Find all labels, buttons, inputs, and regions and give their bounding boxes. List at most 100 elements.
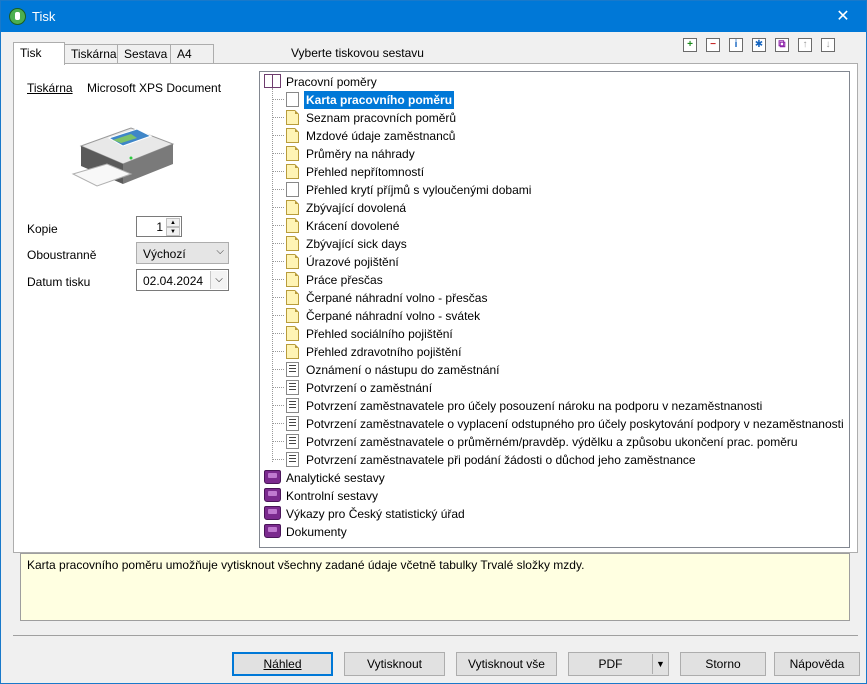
star-icon[interactable]: ✱ xyxy=(752,38,766,52)
remove-icon[interactable]: − xyxy=(706,38,720,52)
report-icon xyxy=(286,128,299,143)
tree-item-label: Potvrzení zaměstnavatele o vyplacení ods… xyxy=(306,417,844,431)
report-description: Karta pracovního poměru umožňuje vytiskn… xyxy=(20,553,850,621)
tree-item-label: Potvrzení zaměstnavatele pro účely posou… xyxy=(306,399,763,413)
tree-item-label: Potvrzení o zaměstnání xyxy=(306,381,433,395)
tree-connector xyxy=(272,243,284,244)
spin-down-icon[interactable]: ▼ xyxy=(166,227,180,236)
tree-item-label: Zbývající dovolená xyxy=(306,201,407,215)
open-book-icon xyxy=(264,74,281,88)
date-label: Datum tisku xyxy=(27,275,91,289)
move-down-icon[interactable]: ↓ xyxy=(821,38,835,52)
tree-item-label: Čerpané náhradní volno - přesčas xyxy=(306,291,488,305)
report-icon xyxy=(286,146,299,161)
tree-connector xyxy=(272,369,284,370)
report-icon xyxy=(286,254,299,269)
report-icon xyxy=(286,344,299,359)
report-icon xyxy=(286,218,299,233)
tree-connector xyxy=(272,99,284,100)
tree-connector xyxy=(272,315,284,316)
tree-item-label: Oznámení o nástupu do zaměstnání xyxy=(306,363,500,377)
cancel-button[interactable]: Storno xyxy=(680,652,766,676)
book-icon xyxy=(264,524,281,538)
window-title: Tisk xyxy=(32,9,56,24)
pdf-dropdown-icon[interactable]: ▼ xyxy=(652,654,668,674)
divider xyxy=(13,635,858,636)
copies-label: Kopie xyxy=(27,222,58,236)
pdf-label: PDF xyxy=(598,657,623,671)
report-icon xyxy=(286,434,299,449)
tree-connector xyxy=(272,207,284,208)
help-button[interactable]: Nápověda xyxy=(774,652,860,676)
calendar-dropdown-icon[interactable]: ⌵ xyxy=(210,271,227,289)
report-icon xyxy=(286,398,299,413)
report-tree[interactable]: Pracovní poměry Karta pracovního poměru Se… xyxy=(259,71,850,548)
duplex-label: Oboustranně xyxy=(27,248,97,262)
preview-label: Náhled xyxy=(263,657,302,671)
tab-a4[interactable]: A4 xyxy=(170,44,214,64)
printer-link[interactable]: Tiskárna xyxy=(27,81,73,95)
tree-node-label: Pracovní poměry xyxy=(286,75,377,89)
tree-connector xyxy=(272,423,284,424)
tree-connector xyxy=(272,261,284,262)
book-icon xyxy=(264,488,281,502)
copies-spinner[interactable]: 1 ▲ ▼ xyxy=(136,216,182,237)
tree-item-label: Průměry na náhrady xyxy=(306,147,415,161)
tree-item-label: Přehled nepřítomností xyxy=(306,165,425,179)
tree-item-label: Práce přesčas xyxy=(306,273,383,287)
tree-group-label: Výkazy pro Český statistický úřad xyxy=(286,507,465,521)
tree-connector xyxy=(272,171,284,172)
report-icon xyxy=(286,92,299,107)
tree-connector xyxy=(272,135,284,136)
report-icon xyxy=(286,362,299,377)
pdf-button[interactable]: PDF ▼ xyxy=(568,652,669,676)
tree-item-label: Karta pracovního poměru xyxy=(304,91,455,109)
report-icon xyxy=(286,272,299,287)
report-icon xyxy=(286,164,299,179)
duplex-select[interactable]: Výchozí ⌵ xyxy=(136,242,229,264)
tree-connector xyxy=(272,459,284,460)
tree-connector xyxy=(272,117,284,118)
tab-sestava[interactable]: Sestava xyxy=(117,44,171,64)
tree-connector xyxy=(272,225,284,226)
print-all-button[interactable]: Vytisknout vše xyxy=(456,652,557,676)
tree-item-label: Zbývající sick days xyxy=(306,237,407,251)
copy-icon[interactable]: ⧉ xyxy=(775,38,789,52)
tab-tiskarna[interactable]: Tiskárna xyxy=(64,44,118,64)
report-icon xyxy=(286,452,299,467)
report-icon xyxy=(286,110,299,125)
tree-connector xyxy=(272,279,284,280)
tree-item-label: Potvrzení zaměstnavatele při podání žádo… xyxy=(306,453,696,467)
report-icon xyxy=(286,290,299,305)
printer-name: Microsoft XPS Document xyxy=(87,81,222,95)
info-icon[interactable]: i xyxy=(729,38,743,52)
spin-up-icon[interactable]: ▲ xyxy=(166,218,180,227)
tab-tisk[interactable]: Tisk xyxy=(13,42,65,65)
move-up-icon[interactable]: ↑ xyxy=(798,38,812,52)
chevron-down-icon: ⌵ xyxy=(216,246,224,257)
title-bar: Tisk ✕ xyxy=(1,1,866,32)
tree-item-label: Přehled krytí příjmů s vyloučenými dobam… xyxy=(306,183,532,197)
close-button[interactable]: ✕ xyxy=(820,1,866,32)
preview-button[interactable]: Náhled xyxy=(232,652,333,676)
report-icon xyxy=(286,200,299,215)
copies-value: 1 xyxy=(156,220,163,234)
tree-group-label: Dokumenty xyxy=(286,525,347,539)
report-icon xyxy=(286,308,299,323)
tree-connector xyxy=(272,405,284,406)
tree-connector xyxy=(272,351,284,352)
add-icon[interactable]: + xyxy=(683,38,697,52)
tree-connector xyxy=(272,153,284,154)
report-icon xyxy=(286,380,299,395)
tree-connector xyxy=(272,189,284,190)
date-value: 02.04.2024 xyxy=(143,274,204,288)
tree-item-label: Krácení dovolené xyxy=(306,219,400,233)
duplex-value: Výchozí xyxy=(143,247,186,261)
tree-connector xyxy=(272,387,284,388)
tree-item-label: Mzdové údaje zaměstnanců xyxy=(306,129,456,143)
print-button[interactable]: Vytisknout xyxy=(344,652,445,676)
date-picker[interactable]: 02.04.2024 ⌵ xyxy=(136,269,229,291)
tree-connector xyxy=(272,333,284,334)
tree-item-label: Přehled zdravotního pojištění xyxy=(306,345,462,359)
tree-connector xyxy=(272,441,284,442)
